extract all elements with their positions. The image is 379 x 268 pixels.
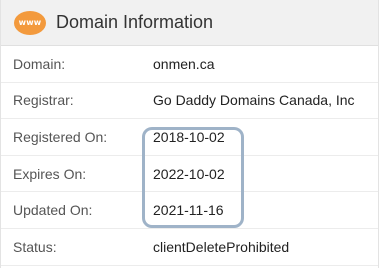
row-label: Registered On: <box>13 128 108 145</box>
panel-title: Domain Information <box>56 12 214 32</box>
row-registered-on: Registered On: 2018-10-02 <box>1 119 378 156</box>
row-updated-on: Updated On: 2021-11-16 <box>1 192 378 229</box>
panel-header: www Domain Information <box>1 0 378 46</box>
row-value: Go Daddy Domains Canada, Inc <box>153 92 355 109</box>
row-value: onmen.ca <box>153 55 215 72</box>
row-expires-on: Expires On: 2022-10-02 <box>1 156 378 193</box>
row-label: Registrar: <box>13 92 74 109</box>
row-label: Updated On: <box>13 202 93 219</box>
row-label: Domain: <box>13 55 66 72</box>
row-label: Expires On: <box>13 165 87 182</box>
row-label: Status: <box>13 238 57 255</box>
domain-info-panel: www Domain Information Domain: onmen.ca … <box>0 0 379 268</box>
row-domain: Domain: onmen.ca <box>1 46 378 83</box>
row-value: 2021-11-16 <box>153 202 224 219</box>
row-value: 2022-10-02 <box>153 165 225 182</box>
row-value: clientDeleteProhibited <box>153 238 290 255</box>
row-status: Status: clientDeleteProhibited <box>1 229 378 266</box>
domain-info-table: Domain: onmen.ca Registrar: Go Daddy Dom… <box>1 46 378 266</box>
www-globe-icon: www <box>14 10 46 35</box>
www-icon-text: www <box>18 18 42 27</box>
row-value: 2018-10-02 <box>153 128 225 145</box>
row-registrar: Registrar: Go Daddy Domains Canada, Inc <box>1 83 378 120</box>
